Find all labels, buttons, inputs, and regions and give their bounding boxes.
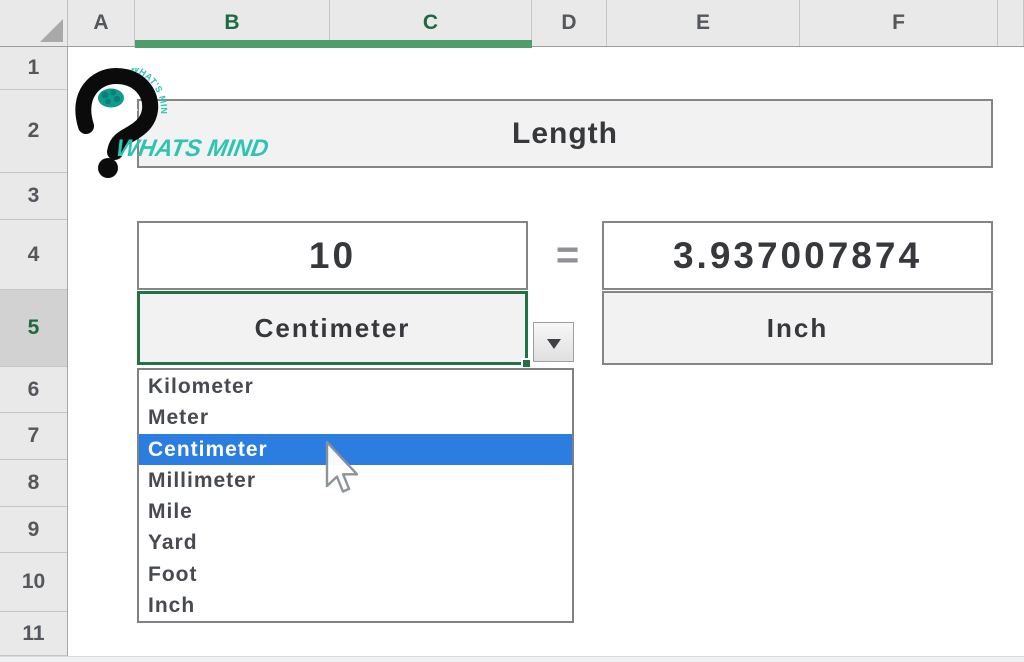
- from-unit-label: Centimeter: [255, 313, 411, 344]
- column-header-E[interactable]: E: [607, 0, 800, 46]
- row-header-4[interactable]: 4: [0, 220, 67, 290]
- row-header-7[interactable]: 7: [0, 413, 67, 460]
- column-header-F[interactable]: F: [800, 0, 998, 46]
- row-headers: 1234567891011: [0, 47, 68, 656]
- mouse-cursor-icon: [325, 440, 365, 498]
- row-header-11[interactable]: 11: [0, 612, 67, 656]
- row-header-5[interactable]: 5: [0, 290, 67, 367]
- dropdown-button[interactable]: [533, 322, 574, 362]
- column-header-D[interactable]: D: [532, 0, 607, 46]
- dropdown-item-yard[interactable]: Yard: [139, 527, 572, 558]
- dropdown-arrow-icon: [547, 339, 561, 349]
- input-value: 10: [309, 235, 356, 277]
- bottom-edge-strip: [0, 656, 1024, 662]
- whats-mind-logo: WHAT'S MIND WHATS MIND: [66, 68, 326, 188]
- to-unit-label: Inch: [767, 313, 828, 344]
- row-header-6[interactable]: 6: [0, 367, 67, 413]
- dropdown-item-inch[interactable]: Inch: [139, 590, 572, 621]
- excel-sheet: ABCDEF 1234567891011 Length 10 = 3.93700…: [0, 0, 1024, 662]
- row-header-9[interactable]: 9: [0, 507, 67, 553]
- row-header-8[interactable]: 8: [0, 460, 67, 507]
- dropdown-item-mile[interactable]: Mile: [139, 496, 572, 527]
- row-header-1[interactable]: 1: [0, 47, 67, 90]
- row-header-2[interactable]: 2: [0, 90, 67, 173]
- dropdown-item-meter[interactable]: Meter: [139, 402, 572, 433]
- dropdown-item-foot[interactable]: Foot: [139, 559, 572, 590]
- result-value: 3.937007874: [673, 235, 922, 277]
- to-unit-cell[interactable]: Inch: [602, 291, 993, 365]
- input-value-cell[interactable]: 10: [137, 221, 528, 290]
- row-header-10[interactable]: 10: [0, 553, 67, 612]
- select-all-corner[interactable]: [0, 0, 68, 46]
- result-value-cell[interactable]: 3.937007874: [602, 221, 993, 290]
- select-all-triangle-icon: [40, 19, 63, 42]
- brain-icon: [98, 89, 124, 108]
- dropdown-item-kilometer[interactable]: Kilometer: [139, 371, 572, 402]
- logo-script-text: WHATS MIND: [114, 135, 271, 162]
- equals-cell[interactable]: =: [528, 221, 607, 290]
- column-header-A[interactable]: A: [68, 0, 135, 46]
- from-unit-cell[interactable]: Centimeter: [137, 291, 528, 365]
- equals-sign: =: [556, 233, 579, 278]
- length-banner-label: Length: [512, 117, 618, 151]
- column-header-partial[interactable]: [998, 0, 1024, 46]
- selected-columns-underline: [135, 40, 532, 48]
- row-header-3[interactable]: 3: [0, 173, 67, 220]
